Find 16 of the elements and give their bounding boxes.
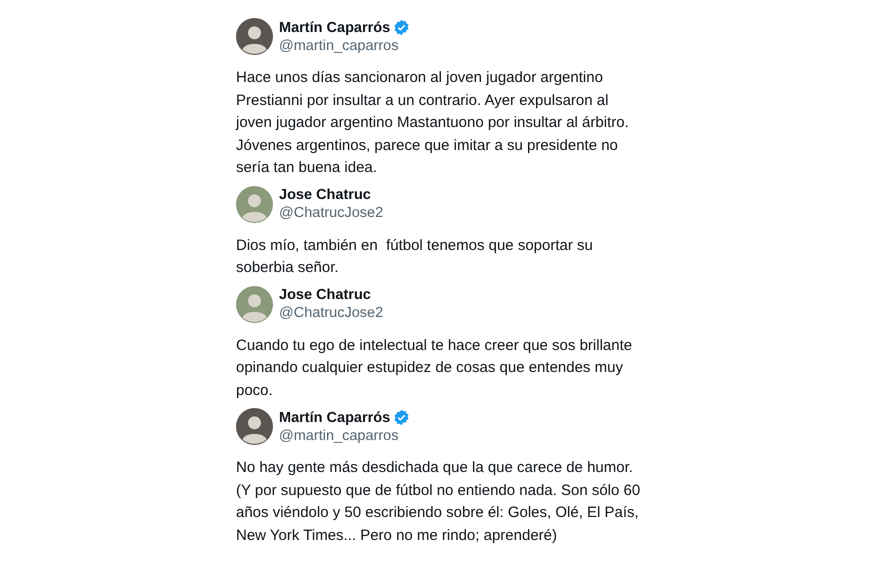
tweet-text: No hay gente más desdichada que la que carece de humor. (Y por supuesto que de fútbol no entiendo nada. Son sólo 60 años viéndolo y 50 escribiendo sobre él: Goles, Olé, El País, New York Times... Pero no me rindo; aprenderé): [236, 458, 641, 546]
tweet-text: Hace unos días sancionaron al joven jugador argentino Prestianni por insultar a un contrario. Ayer expulsaron al joven jugador argentino Mastantuono por insultar al árbitro. Jóvenes argentinos, parece que imitar a su presidente no sería tan buena idea.: [236, 68, 630, 178]
author-handle[interactable]: @ChatrucJose2: [279, 305, 384, 321]
author-name[interactable]: Martín Caparrós: [279, 20, 390, 36]
avatar-icon: [236, 18, 273, 55]
author-name[interactable]: Jose Chatruc: [279, 187, 371, 203]
author-name[interactable]: Martín Caparrós: [279, 410, 390, 426]
avatar-icon: [236, 408, 273, 445]
author-handle[interactable]: @martin_caparros: [279, 428, 410, 444]
author-handle[interactable]: @martin_caparros: [279, 38, 410, 54]
avatar-icon: [236, 286, 273, 322]
author-handle[interactable]: @ChatrucJose2: [279, 205, 384, 221]
author-name[interactable]: Jose Chatruc: [279, 287, 371, 303]
tweet-text: Dios mío, también en fútbol tenemos que soportar su soberbia señor.: [236, 236, 594, 278]
tweet-text: Cuando tu ego de intelectual te hace creer que sos brillante opinando cualquier estupidez de cosas que entendes muy poco.: [236, 336, 634, 400]
avatar-icon: [236, 186, 273, 222]
